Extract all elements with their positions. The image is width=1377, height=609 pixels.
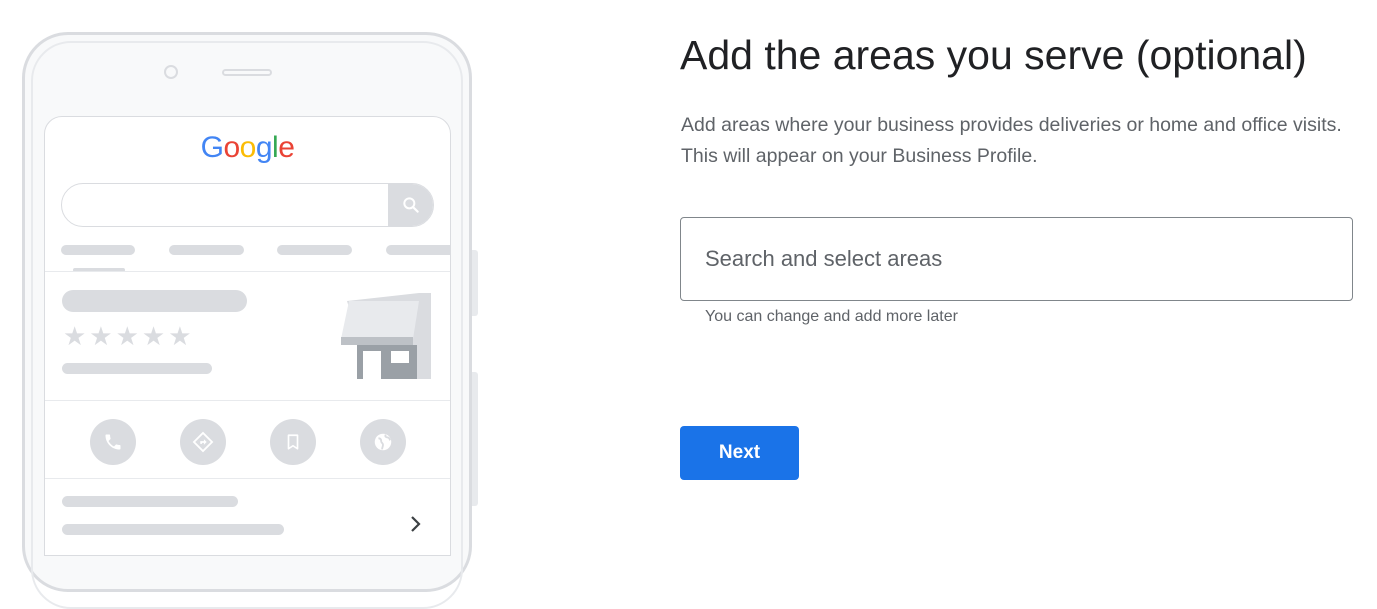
divider (45, 478, 450, 479)
page-title: Add the areas you serve (optional) (680, 32, 1307, 78)
search-icon (388, 184, 433, 226)
phone-side-button (472, 250, 478, 316)
mock-search-bar (61, 183, 434, 227)
rating-stars: ★★★★★ (63, 321, 195, 351)
phone-icon (90, 419, 136, 465)
phone-camera (164, 65, 178, 79)
globe-icon (360, 419, 406, 465)
mock-title-placeholder (62, 290, 247, 312)
mock-text-placeholder (62, 496, 238, 507)
logo-letter: e (278, 131, 295, 164)
helper-text: You can change and add more later (705, 308, 958, 325)
mock-text-placeholder (62, 524, 284, 535)
chevron-right-icon (411, 516, 421, 532)
phone-speaker (222, 69, 272, 76)
bookmark-icon (270, 419, 316, 465)
service-areas-field[interactable] (680, 217, 1353, 301)
mock-tab-placeholder (386, 245, 450, 255)
google-logo: Google (45, 131, 450, 165)
logo-letter: o (223, 131, 240, 164)
storefront-icon (341, 293, 431, 379)
divider (45, 271, 450, 272)
divider (45, 400, 450, 401)
logo-letter: g (255, 131, 273, 164)
mock-text-placeholder (62, 363, 212, 374)
mock-tab-placeholder (169, 245, 244, 255)
page-description: Add areas where your business provides d… (681, 114, 1342, 167)
mock-tab-placeholder (277, 245, 352, 255)
phone-side-button (472, 372, 478, 506)
mock-tab-placeholder (61, 245, 135, 255)
phone-screen: Google ★★★★★ (44, 116, 451, 556)
logo-letter: o (239, 131, 257, 164)
logo-letter: G (200, 131, 224, 164)
directions-icon (180, 419, 226, 465)
next-button[interactable]: Next (680, 426, 799, 480)
service-areas-search-input[interactable] (682, 219, 1351, 299)
